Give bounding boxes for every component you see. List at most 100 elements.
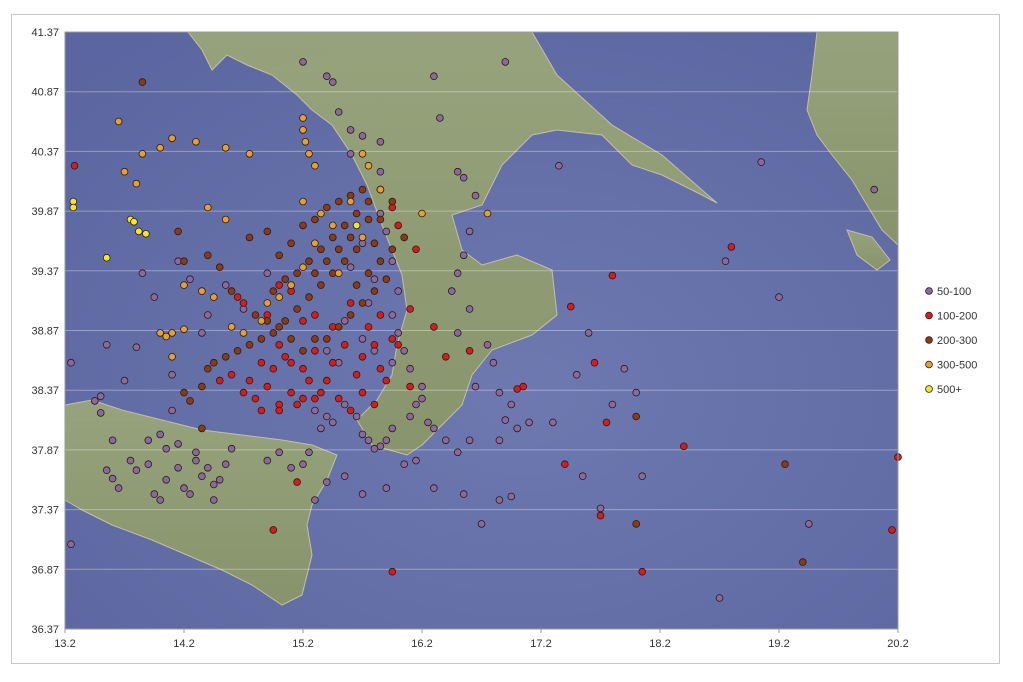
data-point — [215, 263, 224, 272]
data-point — [299, 317, 307, 325]
data-point — [317, 245, 325, 254]
data-point — [204, 463, 212, 472]
data-point — [245, 376, 254, 385]
data-point — [186, 275, 194, 284]
data-point — [340, 472, 349, 481]
data-point — [370, 444, 379, 453]
x-tick-label: 14.2 — [173, 638, 194, 650]
data-point — [130, 218, 138, 226]
data-point — [281, 275, 290, 284]
data-point — [430, 323, 438, 331]
data-point — [358, 335, 367, 343]
data-point — [192, 138, 200, 146]
data-point — [430, 424, 438, 433]
data-point — [447, 287, 456, 295]
data-point — [346, 406, 355, 415]
data-point — [358, 430, 367, 439]
data-point — [287, 463, 295, 472]
data-point — [144, 436, 153, 445]
data-point — [251, 394, 260, 403]
data-point — [198, 472, 206, 481]
data-point — [322, 335, 331, 343]
data-point — [394, 340, 403, 349]
data-point — [281, 352, 290, 361]
data-point — [471, 382, 480, 391]
data-point — [334, 197, 343, 206]
data-point — [156, 144, 165, 152]
data-point — [328, 78, 337, 86]
data-point — [150, 490, 159, 498]
data-point — [376, 311, 385, 319]
data-point — [352, 221, 361, 230]
data-point — [293, 305, 301, 313]
data-point — [483, 340, 492, 349]
data-point — [96, 392, 105, 401]
data-point — [293, 269, 301, 278]
y-tick-label: 40.37 — [31, 146, 59, 158]
data-point — [346, 233, 355, 242]
data-point — [263, 456, 272, 465]
data-point — [382, 436, 391, 445]
data-point — [453, 269, 462, 278]
data-point — [132, 179, 141, 188]
data-point — [370, 275, 379, 284]
data-point — [275, 406, 284, 415]
data-point — [555, 161, 563, 170]
data-point — [679, 442, 688, 451]
data-point — [168, 329, 176, 337]
data-point — [388, 358, 397, 367]
data-point — [215, 475, 224, 484]
data-point — [311, 311, 319, 319]
data-point — [370, 340, 379, 349]
data-point — [632, 520, 640, 528]
data-point — [453, 329, 462, 337]
data-point — [507, 400, 516, 409]
data-point — [388, 335, 397, 343]
data-point — [370, 239, 379, 248]
legend-marker — [925, 385, 933, 393]
data-point — [108, 474, 117, 483]
data-point — [311, 406, 319, 415]
data-point — [358, 233, 367, 242]
data-point — [210, 358, 218, 367]
data-point — [453, 448, 462, 457]
data-point — [400, 233, 409, 242]
data-point — [311, 394, 319, 403]
data-point — [138, 150, 147, 158]
data-point — [400, 346, 409, 355]
data-point — [388, 245, 397, 254]
data-point — [311, 215, 319, 224]
data-point — [156, 329, 165, 337]
data-point — [638, 567, 646, 576]
data-point — [311, 269, 319, 278]
y-tick-label: 38.87 — [31, 326, 59, 338]
data-point — [204, 311, 212, 319]
data-point — [459, 173, 468, 182]
data-point — [275, 323, 284, 331]
data-point — [299, 221, 307, 230]
data-point — [364, 269, 373, 278]
data-point — [299, 126, 307, 134]
data-point — [430, 72, 438, 80]
data-point — [757, 158, 765, 166]
data-point — [299, 460, 307, 469]
data-point — [204, 251, 212, 260]
data-point — [400, 460, 409, 469]
data-point — [126, 456, 135, 465]
data-point — [305, 448, 313, 457]
data-point — [144, 460, 153, 469]
data-point — [317, 209, 325, 218]
data-point — [412, 245, 420, 254]
data-point — [358, 150, 367, 158]
data-point — [174, 227, 182, 236]
data-point — [376, 215, 385, 224]
legend-label: 50-100 — [937, 286, 971, 298]
data-point — [328, 418, 337, 427]
y-tick-label: 36.37 — [31, 624, 59, 636]
data-point — [382, 275, 391, 284]
data-point — [406, 382, 414, 391]
data-point — [370, 400, 379, 409]
data-point — [394, 287, 403, 295]
data-point — [108, 436, 117, 445]
data-point — [275, 281, 284, 289]
